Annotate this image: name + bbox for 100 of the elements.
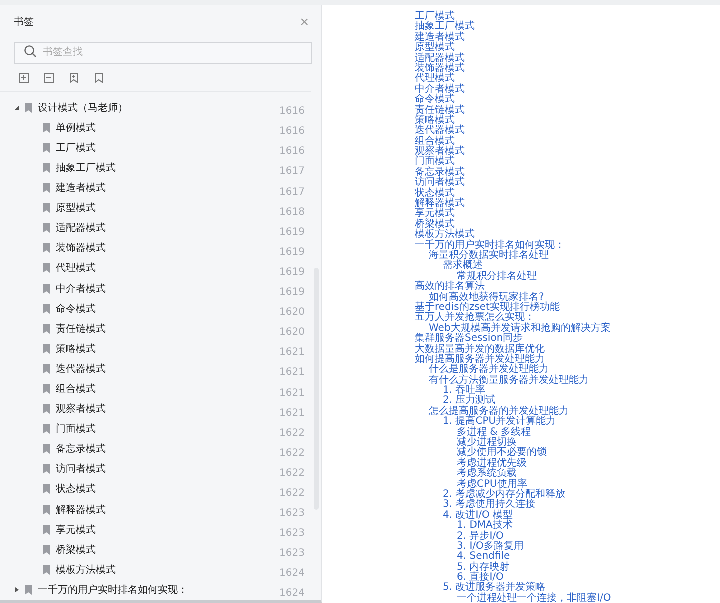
outline-link[interactable]: 1. 提高CPU并发计算能力	[443, 416, 556, 428]
bookmark-item[interactable]: 建造者模式	[56, 181, 106, 196]
outline-link[interactable]: 3. I/O多路复用	[457, 540, 524, 552]
bookmark-item[interactable]: 一千万的用户实时排名如何实现：	[38, 582, 188, 597]
outline-link[interactable]: 一个进程处理一个连接，非阻塞I/O	[457, 592, 612, 603]
bookmark-item[interactable]: 设计模式（马老师）	[38, 100, 128, 115]
outline-link[interactable]: 2. 考虑减少内存分配和释放	[443, 488, 566, 500]
outline-link[interactable]: 五万人并发抢票怎么实现：	[415, 312, 535, 324]
bookmark-add-icon[interactable]	[68, 72, 80, 84]
bookmark-item[interactable]: 单例模式	[56, 120, 96, 135]
outline-link[interactable]: 代理模式	[415, 73, 455, 84]
outline-link[interactable]: 一千万的用户实时排名如何实现：	[415, 240, 565, 251]
bookmark-item[interactable]: 责任链模式	[56, 322, 106, 336]
page-number: 1623	[280, 507, 306, 520]
outline-link[interactable]: 什么是服务器并发处理能力	[429, 364, 549, 376]
outline-link[interactable]: 策略模式	[415, 114, 455, 126]
outline-link[interactable]: 多进程 & 多线程	[457, 426, 532, 438]
bookmark-item[interactable]: 状态模式	[56, 482, 96, 496]
outline-link[interactable]: 适配器模式	[415, 52, 465, 64]
bookmark-item[interactable]: 适配器模式	[56, 221, 106, 236]
bookmark-icon	[43, 304, 50, 314]
bookmark-item[interactable]: 迭代器模式	[56, 362, 106, 376]
outline-link[interactable]: 4. Sendfile	[457, 551, 510, 562]
outline-link[interactable]: 装饰器模式	[415, 62, 465, 74]
outline-link[interactable]: 考虑系统负载	[457, 468, 517, 480]
bookmark-item[interactable]: 抽象工厂模式	[56, 160, 116, 175]
bookmark-item[interactable]: 观察者模式	[56, 402, 106, 416]
page-number: 1619	[280, 266, 306, 278]
outline-link[interactable]: 3. 考虑使用持久连接	[443, 499, 536, 510]
bookmark-item[interactable]: 门面模式	[56, 422, 96, 436]
page-number: 1621	[280, 346, 306, 358]
page-number: 1623	[280, 527, 306, 540]
bookmark-item[interactable]: 装饰器模式	[56, 241, 106, 256]
outline-link[interactable]: 2. 异步I/O	[457, 530, 504, 542]
outline-link[interactable]: 集群服务器Session同步	[415, 333, 524, 344]
bookmark-icon	[43, 122, 50, 133]
outline-link[interactable]: 1. DMA技术	[457, 520, 513, 532]
outline-link[interactable]: 2. 压力测试	[443, 395, 496, 406]
outline-link[interactable]: 享元模式	[415, 208, 455, 220]
outline-link[interactable]: 组合模式	[415, 136, 455, 147]
bookmark-item[interactable]: 命令模式	[56, 302, 96, 316]
expand-arrow-icon[interactable]	[14, 586, 20, 593]
outline-link[interactable]: 基于redis的zset实现排行榜功能	[415, 302, 560, 313]
outline-link[interactable]: 命令模式	[415, 94, 455, 106]
outline-link[interactable]: 工厂模式	[415, 11, 455, 22]
outline-link[interactable]: 如何提高服务器并发处理能力	[415, 354, 545, 365]
collapse-all-icon[interactable]	[43, 72, 55, 84]
outline-link[interactable]: 备忘录模式	[415, 166, 465, 178]
bookmark-item[interactable]: 代理模式	[56, 261, 96, 276]
bookmark-item[interactable]: 原型模式	[56, 201, 96, 216]
expand-all-icon[interactable]	[18, 72, 30, 84]
outline-link[interactable]: 门面模式	[415, 156, 455, 168]
outline-link[interactable]: 考虑CPU使用率	[457, 478, 528, 490]
outline-link[interactable]: 状态模式	[415, 188, 455, 199]
panel-title: 书签	[14, 16, 34, 30]
bookmark-item[interactable]: 策略模式	[56, 342, 96, 356]
bookmark-icon	[43, 284, 50, 294]
page-number: 1621	[280, 386, 306, 399]
outline-link[interactable]: 5. 内存映射	[457, 562, 510, 573]
bookmark-icon[interactable]	[93, 72, 105, 84]
outline-link[interactable]: 减少使用不必要的锁	[457, 447, 547, 458]
page-number: 1620	[280, 306, 306, 318]
page-number: 1619	[280, 226, 306, 238]
bookmark-item[interactable]: 解释器模式	[56, 502, 106, 517]
outline-link[interactable]: 中介者模式	[415, 84, 465, 95]
bookmark-item[interactable]: 享元模式	[56, 522, 96, 537]
outline-link[interactable]: 迭代器模式	[415, 125, 465, 136]
bookmark-icon	[25, 102, 32, 113]
outline-link[interactable]: 桥梁模式	[415, 218, 455, 230]
outline-link[interactable]: 大数据量高并发的数据库优化	[415, 344, 545, 354]
outline-link[interactable]: 如何高效地获得玩家排名?	[429, 292, 544, 303]
outline-link[interactable]: 高效的排名算法	[415, 281, 485, 292]
collapse-arrow-icon[interactable]	[14, 104, 20, 111]
bookmark-icon	[43, 142, 50, 153]
outline-link[interactable]: 需求概述	[443, 260, 483, 272]
outline-link[interactable]: 常规积分排名处理	[457, 270, 537, 282]
bookmark-item[interactable]: 模板方法模式	[56, 562, 116, 577]
outline-link[interactable]: 模板方法模式	[415, 229, 475, 240]
outline-link[interactable]: 5. 改进服务器并发策略	[443, 582, 546, 594]
outline-link[interactable]: 4. 改进I/O 模型	[443, 510, 514, 521]
search-field[interactable]: 书签查找	[14, 42, 312, 64]
bookmark-item[interactable]: 访问者模式	[56, 462, 106, 476]
bookmark-icon	[43, 564, 50, 575]
outline-link[interactable]: 责任链模式	[415, 104, 465, 116]
outline-link[interactable]: 抽象工厂模式	[415, 21, 475, 32]
bookmark-item[interactable]: 组合模式	[56, 382, 96, 396]
page-number: 1616	[280, 125, 306, 138]
outline-link[interactable]: 访问者模式	[415, 177, 465, 188]
outline-link[interactable]: 考虑进程优先级	[457, 458, 527, 469]
outline-link[interactable]: 海量积分数据实时排名处理	[429, 250, 549, 261]
bookmark-item[interactable]: 工厂模式	[56, 140, 96, 155]
page-number: 1622	[280, 446, 306, 459]
outline-link[interactable]: 有什么方法衡量服务器并发处理能力	[429, 374, 589, 386]
outline-link[interactable]: 建造者模式	[415, 32, 465, 43]
outline-link[interactable]: 怎么提高服务器的并发处理能力	[429, 406, 569, 417]
outline-link[interactable]: Web大规模高并发请求和抢购的解决方案	[429, 322, 611, 334]
outline-link[interactable]: 原型模式	[415, 42, 455, 54]
bookmark-item[interactable]: 备忘录模式	[56, 442, 106, 456]
bookmark-item[interactable]: 中介者模式	[56, 282, 106, 296]
bookmark-item[interactable]: 桥梁模式	[56, 542, 96, 557]
